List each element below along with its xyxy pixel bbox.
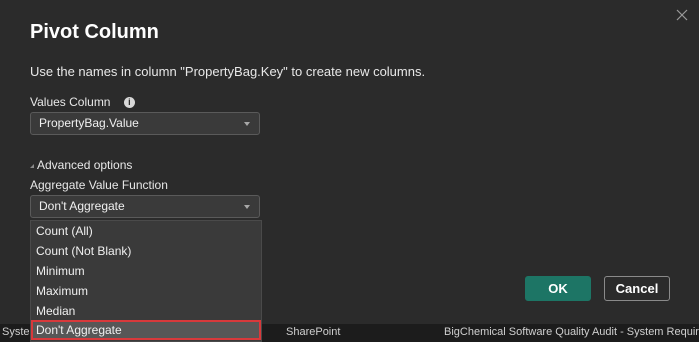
- dropdown-option[interactable]: Count (Not Blank): [31, 241, 261, 261]
- ok-button[interactable]: OK: [525, 276, 591, 301]
- pivot-column-dialog: Pivot Column Use the names in column "Pr…: [0, 0, 699, 342]
- chevron-down-icon: [244, 205, 250, 209]
- close-icon: [676, 9, 688, 21]
- dialog-title: Pivot Column: [30, 21, 159, 43]
- grid-cell: SharePoint: [286, 326, 341, 338]
- advanced-options-label: Advanced options: [37, 158, 133, 172]
- dropdown-option[interactable]: Count (All): [31, 221, 261, 241]
- aggregate-function-label: Aggregate Value Function: [30, 178, 168, 192]
- close-button[interactable]: [673, 6, 691, 24]
- grid-cell: Syste: [2, 326, 30, 338]
- dialog-description: Use the names in column "PropertyBag.Key…: [30, 64, 426, 79]
- collapse-triangle-icon: [30, 164, 34, 168]
- chevron-down-icon: [244, 122, 250, 126]
- values-column-label: Values Column: [30, 95, 111, 109]
- aggregate-function-value: Don't Aggregate: [39, 199, 125, 213]
- advanced-options-toggle[interactable]: Advanced options: [30, 158, 132, 172]
- values-column-label-row: Values Column i: [30, 95, 135, 109]
- info-icon[interactable]: i: [123, 97, 135, 108]
- aggregate-function-select[interactable]: Don't Aggregate: [30, 195, 260, 218]
- dropdown-option[interactable]: Maximum: [31, 281, 261, 301]
- dropdown-option-selected[interactable]: Don't Aggregate: [31, 320, 261, 340]
- dropdown-option[interactable]: Median: [31, 301, 261, 321]
- dropdown-option[interactable]: Minimum: [31, 261, 261, 281]
- values-column-value: PropertyBag.Value: [39, 116, 139, 130]
- grid-cell: BigChemical Software Quality Audit - Sys…: [444, 326, 699, 338]
- aggregate-function-dropdown-list: Count (All) Count (Not Blank) Minimum Ma…: [30, 220, 262, 342]
- cancel-button[interactable]: Cancel: [604, 276, 670, 301]
- values-column-select[interactable]: PropertyBag.Value: [30, 112, 260, 135]
